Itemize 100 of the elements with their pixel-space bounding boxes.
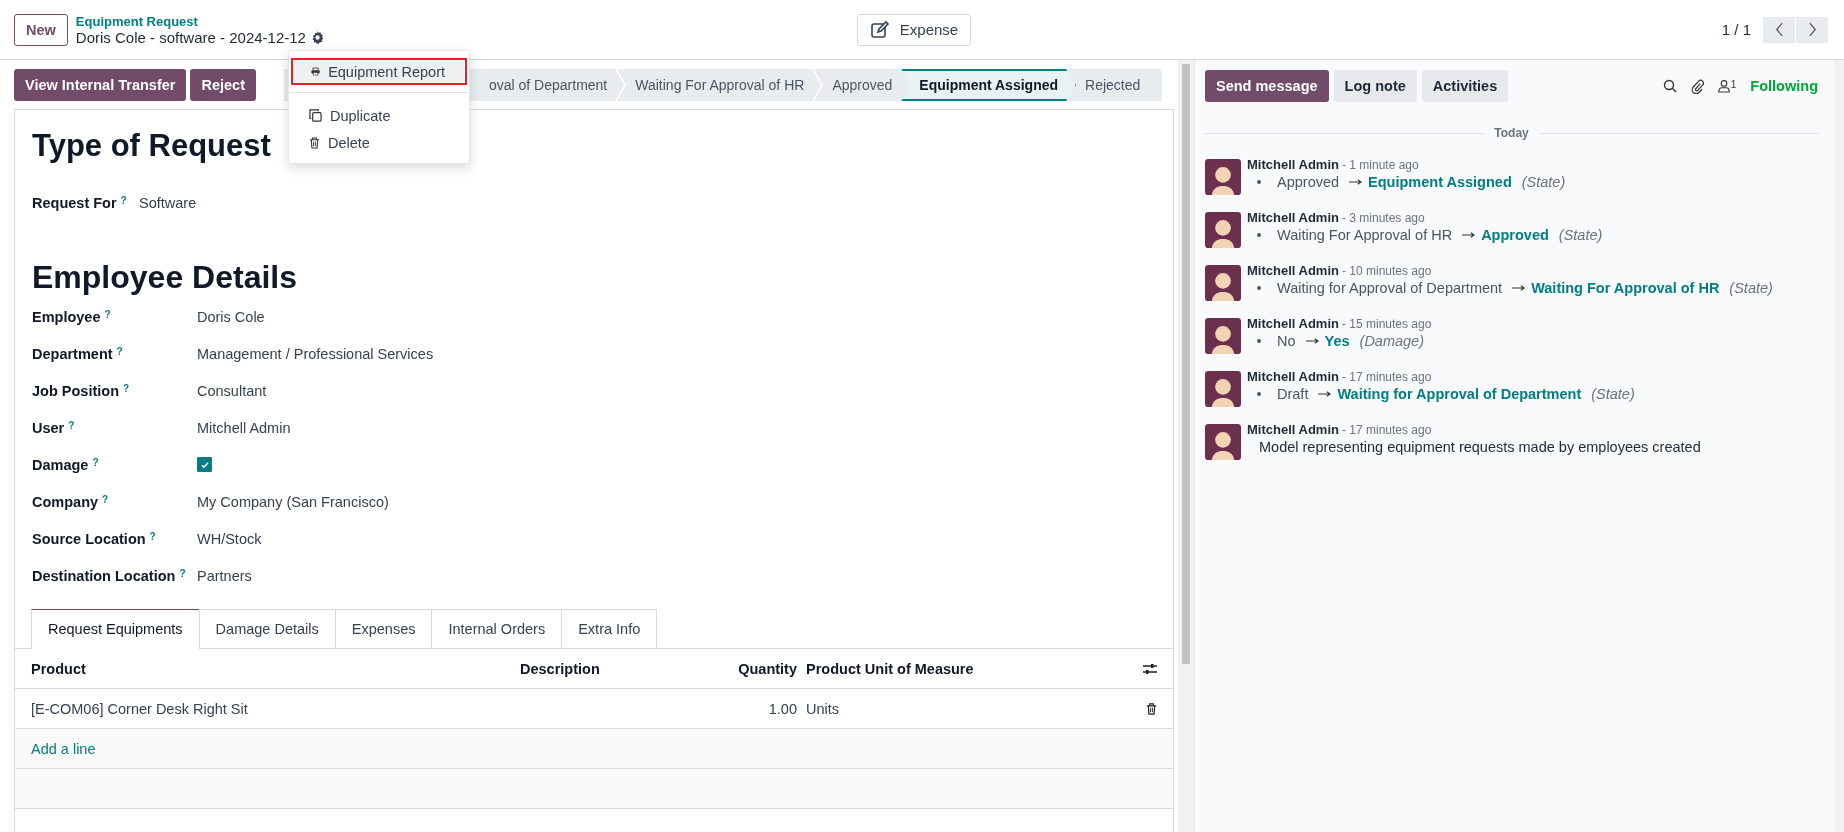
avatar-icon[interactable] [1205, 212, 1241, 248]
field-value[interactable]: Management / Professional Services [197, 345, 434, 362]
add-line-link[interactable]: Add a line [31, 740, 96, 757]
expense-button[interactable]: Expense [856, 13, 972, 46]
section-title: Employee Details [32, 259, 298, 296]
arrow-icon [1512, 285, 1526, 291]
settings-icon[interactable] [310, 30, 324, 44]
menu-item[interactable]: Duplicate [289, 102, 469, 129]
check-icon [199, 459, 210, 470]
field-name: (State) [1521, 174, 1566, 190]
date-separator: Today [1494, 126, 1529, 140]
follower-count: 1 [1730, 79, 1737, 90]
old-value: Approved [1277, 174, 1340, 190]
trash-icon [309, 136, 320, 149]
field-label: Source Location [32, 530, 146, 547]
field-value[interactable]: My Company (San Francisco) [197, 493, 389, 510]
scrollbar[interactable] [1834, 60, 1844, 832]
message-time: - 17 minutes ago [1341, 423, 1432, 437]
next-button[interactable] [1796, 16, 1828, 43]
message-time: - 15 minutes ago [1341, 317, 1432, 331]
table-cell-text: 1.00 [767, 700, 798, 717]
column-header[interactable]: Description [520, 660, 700, 677]
help-mark[interactable]: ? [149, 530, 156, 547]
old-value: Draft [1277, 386, 1309, 402]
field-value[interactable]: Software [139, 194, 197, 211]
column-header[interactable]: Product Unit of Measure [806, 660, 1143, 677]
new-value: Waiting for Approval of Department [1337, 386, 1582, 402]
avatar-icon[interactable] [1205, 424, 1241, 460]
column-header[interactable]: Quantity [700, 660, 806, 677]
help-mark[interactable]: ? [104, 308, 111, 325]
pager-counter: 1 / 1 [1721, 21, 1751, 38]
message-author[interactable]: Mitchell Admin [1247, 263, 1339, 278]
search-icon[interactable] [1662, 79, 1677, 93]
old-value: Waiting For Approval of HR [1277, 227, 1453, 243]
status-stage[interactable]: Approved [823, 69, 902, 101]
chevron-left-icon [1774, 22, 1784, 37]
old-value: Waiting for Approval of Department [1277, 280, 1503, 296]
scrollbar[interactable] [1178, 60, 1194, 832]
tab[interactable]: Extra Info [561, 609, 658, 648]
avatar-icon[interactable] [1205, 159, 1241, 195]
message-author[interactable]: Mitchell Admin [1247, 316, 1339, 331]
help-mark[interactable]: ? [116, 345, 123, 362]
previous-button[interactable] [1763, 16, 1795, 43]
field-label: Job Position [32, 382, 119, 399]
column-header[interactable]: Product [31, 660, 520, 677]
field-value[interactable]: WH/Stock [197, 530, 262, 547]
printer-icon [311, 66, 321, 77]
menu-item[interactable]: Delete [289, 129, 469, 156]
avatar-icon[interactable] [1205, 371, 1241, 407]
status-stage[interactable]: oval of Department [479, 69, 617, 101]
tab[interactable]: Request Equipments [31, 609, 200, 649]
sliders-icon[interactable] [1143, 662, 1157, 675]
field-value[interactable]: Mitchell Admin [197, 419, 291, 436]
help-mark[interactable]: ? [102, 493, 109, 510]
new-button[interactable]: New [14, 13, 68, 46]
chatter-button[interactable]: Activities [1421, 70, 1509, 102]
avatar-icon[interactable] [1205, 318, 1241, 354]
arrow-icon [1349, 179, 1363, 185]
help-mark[interactable]: ? [179, 567, 186, 584]
help-mark[interactable]: ? [123, 382, 130, 399]
field-name: (Damage) [1359, 333, 1424, 349]
message-author[interactable]: Mitchell Admin [1247, 369, 1339, 384]
field-name: (State) [1558, 227, 1603, 243]
menu-item[interactable]: Equipment Report [291, 58, 467, 85]
message-time: - 10 minutes ago [1341, 264, 1432, 278]
field-label: Company [32, 493, 99, 510]
paperclip-icon[interactable] [1690, 78, 1704, 94]
chatter-button[interactable]: Log note [1333, 70, 1417, 102]
message-author[interactable]: Mitchell Admin [1247, 157, 1339, 172]
field-name: (State) [1729, 280, 1773, 296]
field-label: Destination Location [32, 567, 176, 584]
record-name: Doris Cole - software - 2024-12-12 [75, 28, 306, 46]
avatar-icon[interactable] [1205, 265, 1241, 301]
new-value: Yes [1324, 333, 1350, 349]
message-author[interactable]: Mitchell Admin [1247, 422, 1339, 437]
new-value: Approved [1481, 227, 1549, 243]
arrow-icon [1462, 232, 1476, 238]
help-mark[interactable]: ? [92, 456, 99, 473]
message-author[interactable]: Mitchell Admin [1247, 210, 1339, 225]
person-icon[interactable] [1717, 79, 1730, 93]
field-value[interactable]: Doris Cole [197, 308, 265, 325]
help-mark[interactable]: ? [68, 419, 75, 436]
checkbox[interactable] [197, 457, 212, 472]
delete-icon[interactable] [1146, 702, 1157, 715]
breadcrumb-link[interactable]: Equipment Request [75, 13, 324, 29]
action-button[interactable]: Reject [190, 69, 256, 101]
field-label: Damage [32, 456, 89, 473]
chatter-button[interactable]: Send message [1205, 70, 1329, 102]
status-stage[interactable]: Rejected [1076, 69, 1150, 101]
status-stage[interactable]: Waiting For Approval of HR [626, 69, 814, 101]
help-mark[interactable]: ? [120, 194, 127, 211]
status-stage[interactable]: Equipment Assigned [901, 69, 1077, 101]
field-label: User [32, 419, 65, 436]
action-button[interactable]: View Internal Transfer [14, 69, 187, 101]
arrow-icon [1318, 391, 1332, 397]
field-label: Employee [32, 308, 101, 325]
new-value: Waiting For Approval of HR [1531, 280, 1720, 296]
field-value[interactable]: Partners [197, 567, 252, 584]
field-name: (State) [1591, 386, 1635, 402]
field-value[interactable]: Consultant [197, 382, 267, 399]
